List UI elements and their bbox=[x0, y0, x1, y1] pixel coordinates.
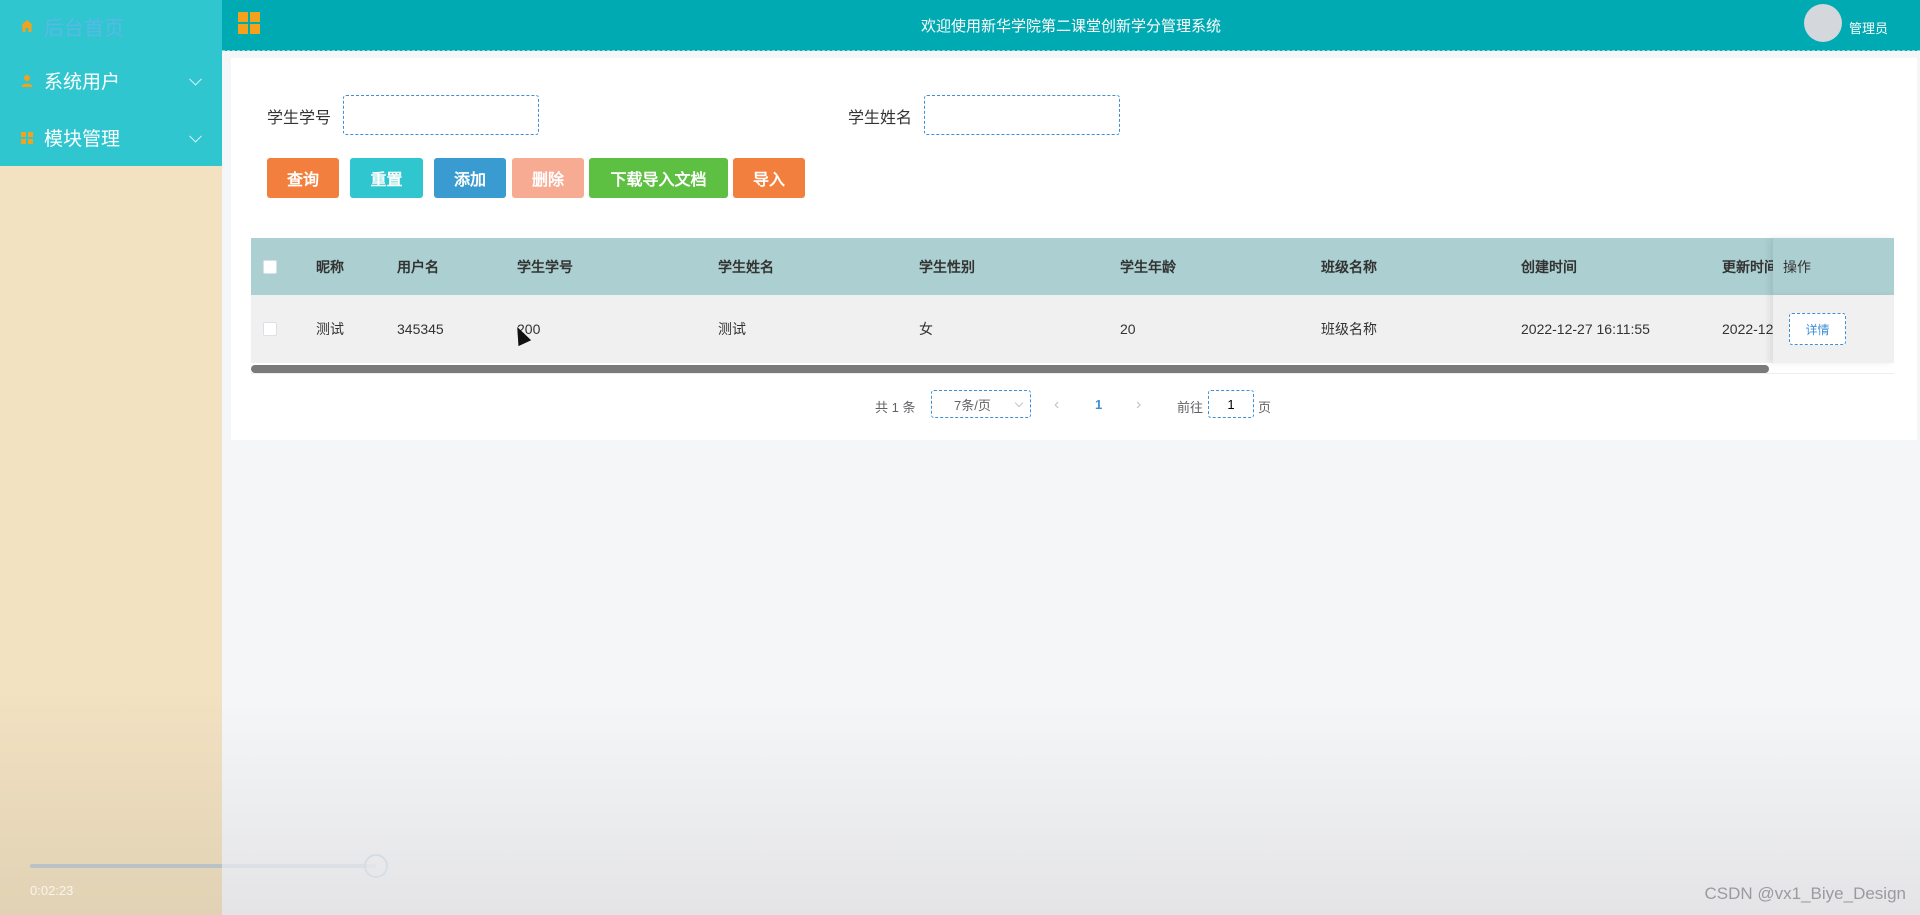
column-header: 学生性别 bbox=[919, 258, 975, 275]
column-header: 学生姓名 bbox=[718, 258, 774, 275]
user-icon bbox=[20, 74, 34, 88]
column-header: 用户名 bbox=[397, 258, 439, 275]
avatar[interactable] bbox=[1804, 4, 1842, 42]
table-header: 昵称 用户名 学生学号 学生姓名 学生性别 学生年龄 班级名称 创建时间 更新时… bbox=[251, 238, 1894, 295]
actions-cell: 详情 bbox=[1773, 295, 1894, 363]
background-fade bbox=[222, 700, 1920, 915]
page-size-value: 7条/页 bbox=[954, 397, 991, 413]
actions-header: 操作 bbox=[1773, 238, 1894, 295]
reset-button[interactable]: 重置 bbox=[350, 158, 423, 198]
sidebar-item-system-users[interactable]: 系统用户 bbox=[0, 52, 222, 109]
horizontal-scrollbar[interactable] bbox=[251, 365, 1769, 373]
cell-class-name: 班级名称 bbox=[1321, 321, 1377, 337]
column-header: 学生学号 bbox=[517, 258, 573, 275]
sidebar: 后台首页 系统用户 模块管理 0:02:23 bbox=[0, 0, 388, 915]
prev-page-icon[interactable]: ‹ bbox=[1054, 396, 1059, 414]
column-header: 学生年龄 bbox=[1120, 258, 1176, 275]
cell-student-name: 测试 bbox=[718, 321, 746, 337]
chevron-down-icon bbox=[1014, 398, 1024, 408]
cell-updated-time: 2022-12- bbox=[1722, 321, 1773, 337]
next-page-icon[interactable]: › bbox=[1136, 396, 1141, 414]
goto-label: 前往 bbox=[1177, 400, 1204, 415]
cell-nickname: 测试 bbox=[316, 321, 344, 337]
student-name-label: 学生姓名 bbox=[848, 110, 913, 127]
add-button[interactable]: 添加 bbox=[434, 158, 506, 198]
chevron-down-icon bbox=[189, 129, 202, 143]
column-header: 班级名称 bbox=[1321, 258, 1377, 275]
cell-username: 345345 bbox=[397, 321, 444, 337]
sidebar-item-home[interactable]: 后台首页 bbox=[0, 0, 222, 52]
system-title: 欢迎使用新华学院第二课堂创新学分管理系统 bbox=[920, 18, 1221, 35]
total-count: 共 1 条 bbox=[875, 400, 916, 415]
import-button[interactable]: 导入 bbox=[733, 158, 805, 198]
video-time: 0:02:23 bbox=[30, 883, 74, 898]
fixed-actions-column: 操作 详情 bbox=[1773, 238, 1894, 363]
cell-created-time: 2022-12-27 16:11:55 bbox=[1521, 321, 1650, 337]
pagination: 共 1 条 7条/页 ‹ 1 › 前往 页 bbox=[231, 390, 1917, 420]
divider bbox=[251, 373, 1894, 374]
data-table: 昵称 用户名 学生学号 学生姓名 学生性别 学生年龄 班级名称 创建时间 更新时… bbox=[251, 238, 1894, 363]
delete-button[interactable]: 删除 bbox=[512, 158, 584, 198]
watermark: CSDN @vx1_Biye_Design bbox=[1704, 884, 1906, 903]
sidebar-menu: 后台首页 系统用户 模块管理 bbox=[0, 0, 222, 166]
module-icon bbox=[20, 131, 34, 145]
column-header: 创建时间 bbox=[1521, 258, 1577, 275]
top-header: 欢迎使用新华学院第二课堂创新学分管理系统 管理员 bbox=[222, 0, 1920, 51]
sidebar-item-module-management[interactable]: 模块管理 bbox=[0, 109, 222, 166]
user-name[interactable]: 管理员 bbox=[1849, 18, 1888, 37]
student-id-input[interactable] bbox=[343, 95, 539, 135]
sidebar-item-label: 模块管理 bbox=[44, 129, 121, 150]
cell-gender: 女 bbox=[919, 321, 933, 337]
main-panel: 学生学号 学生姓名 查询 重置 添加 删除 下载导入文档 导入 昵称 用户名 学… bbox=[231, 58, 1917, 440]
goto-page-input[interactable] bbox=[1208, 390, 1254, 418]
download-template-button[interactable]: 下载导入文档 bbox=[589, 158, 728, 198]
student-name-input[interactable] bbox=[924, 95, 1120, 135]
select-all-checkbox[interactable] bbox=[263, 259, 277, 274]
row-checkbox[interactable] bbox=[263, 322, 277, 336]
home-icon bbox=[20, 19, 34, 33]
table-row[interactable]: 测试 345345 200 测试 女 20 班级名称 2022-12-27 16… bbox=[251, 295, 1894, 363]
sidebar-item-label: 后台首页 bbox=[44, 17, 124, 40]
query-button[interactable]: 查询 bbox=[267, 158, 339, 198]
page-unit-label: 页 bbox=[1258, 400, 1272, 415]
cell-age: 20 bbox=[1120, 321, 1136, 337]
chevron-down-icon bbox=[189, 72, 202, 86]
sidebar-item-label: 系统用户 bbox=[44, 72, 121, 93]
column-header: 更新时间 bbox=[1722, 258, 1773, 275]
column-header: 昵称 bbox=[316, 258, 344, 275]
detail-button[interactable]: 详情 bbox=[1789, 313, 1846, 345]
page-size-select[interactable]: 7条/页 bbox=[931, 390, 1031, 418]
current-page[interactable]: 1 bbox=[1095, 397, 1102, 412]
student-id-label: 学生学号 bbox=[267, 110, 332, 127]
column-header: 操作 bbox=[1783, 258, 1811, 275]
